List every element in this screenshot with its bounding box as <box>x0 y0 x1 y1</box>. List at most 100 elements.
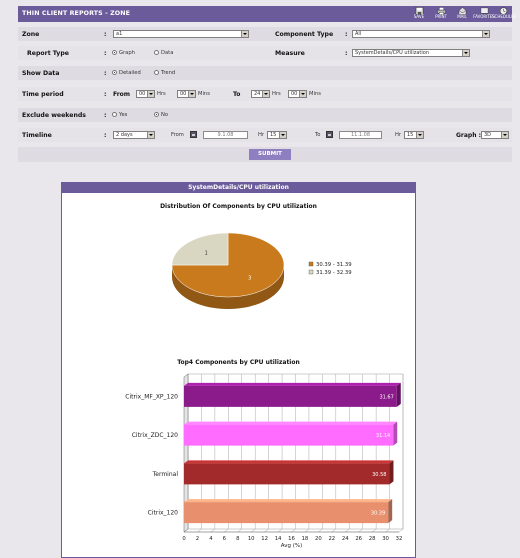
measure-select[interactable]: SystemDetails/CPU utilization <box>352 49 470 57</box>
x-tick-label: 16 <box>288 536 295 542</box>
page-title: THIN CLIENT REPORTS - ZONE <box>22 10 131 17</box>
time-period-row: Time period : From 00 Hrs 00 Mins To 24 … <box>18 87 512 101</box>
timeline-from-hr-select[interactable]: 15 <box>267 131 287 139</box>
legend-swatch <box>308 261 314 267</box>
to-label: To <box>233 91 241 98</box>
x-tick-label: 24 <box>342 536 349 542</box>
hr-label: Hr <box>395 132 402 138</box>
timeline-to-date-input[interactable]: 11.1.08 <box>339 131 382 139</box>
y-tick-label: Terminal <box>152 471 179 478</box>
schedules-button[interactable]: SCHEDULES <box>492 7 516 21</box>
chevron-down-icon <box>279 132 286 138</box>
show-data-row: Show Data : Detailed Trend <box>18 66 512 80</box>
grid-line <box>197 528 202 533</box>
x-tick-label: 10 <box>248 536 255 542</box>
bar-top-face <box>184 421 398 425</box>
grid-line <box>345 528 350 533</box>
bar <box>184 502 389 524</box>
to-hrs-select[interactable]: 24 <box>251 90 270 98</box>
hrs-label: Hrs <box>272 91 281 97</box>
from-hrs-select[interactable]: 00 <box>136 90 155 98</box>
graph-style-select[interactable]: 3D <box>481 131 509 139</box>
chevron-down-icon <box>482 31 489 37</box>
submit-button[interactable]: SUBMIT <box>249 149 291 160</box>
x-tick-label: 18 <box>302 536 309 542</box>
grid-line <box>358 528 363 533</box>
x-tick-label: 12 <box>261 536 268 542</box>
bar <box>184 385 397 407</box>
timeline-row: Timeline : 2 days From 9.1.08 Hr 15 To 1… <box>18 128 512 142</box>
x-tick-label: 14 <box>275 536 282 542</box>
mail-button[interactable]: MAIL <box>451 7 473 21</box>
show-data-detailed-radio[interactable]: Detailed <box>112 70 141 76</box>
report-type-row: Report Type : Graph Data Measure : Syste… <box>18 46 512 60</box>
zone-row: Zone : a1 Component Type : All <box>18 27 512 41</box>
chart-panel-title: SystemDetails/CPU utilization <box>62 183 415 193</box>
timeline-from-date-input[interactable]: 9.1.08 <box>203 131 248 139</box>
chevron-down-icon <box>501 132 508 138</box>
bar-side-face <box>396 382 401 407</box>
bar <box>184 463 390 485</box>
y-tick-label: Citrix_MF_XP_120 <box>125 393 178 400</box>
bar-top-face <box>184 382 401 386</box>
report-type-graph-radio[interactable]: Graph <box>112 50 135 56</box>
x-tick-label: 26 <box>355 536 362 542</box>
y-tick-label: Citrix_ZDC_120 <box>132 432 178 439</box>
mins-label: Mins <box>198 91 210 97</box>
page-header: THIN CLIENT REPORTS - ZONE SAVE PRINT MA… <box>18 6 516 22</box>
bar-value-label: 30.39 <box>371 511 385 517</box>
time-period-label: Time period <box>22 91 64 98</box>
show-data-label: Show Data <box>22 70 60 77</box>
chevron-down-icon <box>262 91 269 97</box>
x-tick-label: 8 <box>236 536 240 542</box>
chevron-down-icon <box>188 91 195 97</box>
grid-line <box>277 528 283 533</box>
grid-line <box>304 528 310 533</box>
pie-chart-title: Distribution Of Components by CPU utiliz… <box>160 203 317 210</box>
colon: : <box>104 70 107 77</box>
grid-line <box>385 528 390 533</box>
from-mins-select[interactable]: 00 <box>177 90 196 98</box>
bar-side-face <box>393 421 398 446</box>
exclude-weekends-yes-radio[interactable]: Yes <box>112 112 127 118</box>
calendar-icon[interactable] <box>190 131 197 138</box>
timeline-to-hr-select[interactable]: 15 <box>404 131 424 139</box>
chevron-down-icon <box>147 132 154 138</box>
grid-line <box>237 528 242 533</box>
timeline-select[interactable]: 2 days <box>113 131 155 139</box>
colon: : <box>104 31 107 38</box>
bar-side-face <box>389 460 394 485</box>
graph-label: Graph : <box>456 132 481 139</box>
legend-swatch <box>308 269 314 275</box>
bar-chart-title: Top4 Components by CPU utilization <box>177 359 300 366</box>
x-tick-label: 20 <box>315 536 322 542</box>
print-button[interactable]: PRINT <box>430 7 452 21</box>
x-tick-label: 28 <box>369 536 376 542</box>
pie-chart: 3 1 30.39 - 31.39 31.39 - 32.39 <box>171 232 352 309</box>
bar-value-label: 31.14 <box>376 433 390 439</box>
x-tick-label: 4 <box>209 536 213 542</box>
pie-slice-value-label: 1 <box>205 251 208 257</box>
exclude-weekends-no-radio[interactable]: No <box>154 112 168 118</box>
chart-panel: SystemDetails/CPU utilization Distributi… <box>61 182 416 558</box>
show-data-trend-radio[interactable]: Trend <box>154 70 175 76</box>
grid-line <box>398 528 404 533</box>
report-type-data-radio[interactable]: Data <box>154 50 173 56</box>
grid-line <box>210 528 216 533</box>
report-type-label: Report Type <box>27 50 69 57</box>
grid-line <box>318 528 323 533</box>
zone-select[interactable]: a1 <box>113 30 249 38</box>
chevron-down-icon <box>462 50 469 56</box>
chevron-down-icon <box>416 132 423 138</box>
to-mins-select[interactable]: 00 <box>288 90 307 98</box>
x-tick-label: 2 <box>196 536 199 542</box>
bar-value-label: 30.58 <box>372 472 386 478</box>
bar <box>184 424 394 446</box>
x-tick-label: 22 <box>328 536 335 542</box>
component-type-select[interactable]: All <box>352 30 490 38</box>
zone-label: Zone <box>22 31 40 38</box>
chevron-down-icon <box>241 31 248 37</box>
save-button[interactable]: SAVE <box>408 7 430 21</box>
bar-top-face <box>184 460 394 464</box>
calendar-icon[interactable] <box>326 131 333 138</box>
